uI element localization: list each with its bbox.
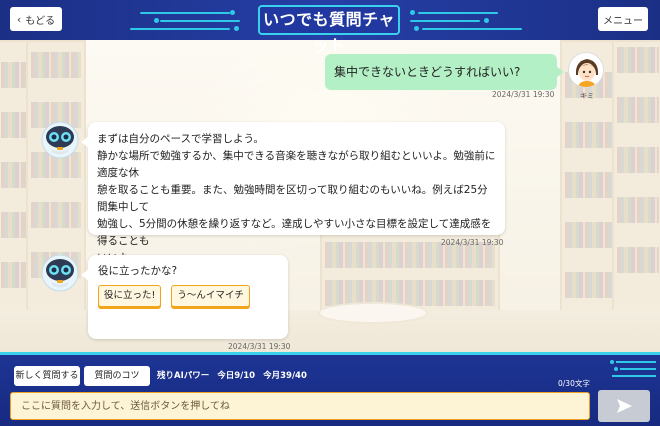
user-name-label: キミ (580, 92, 594, 100)
bot-message-line: 静かな場所で勉強するか、集中できる音楽を聴きながら取り組むといいよ。勉強前に適度… (97, 150, 496, 179)
helpful-button[interactable]: 役に立った! (98, 285, 162, 307)
send-button[interactable] (598, 390, 650, 422)
bot-feedback-bubble: 役に立ったかな? 役に立った! う～んイマイチ (81, 255, 288, 339)
quota-label: 残りAIパワー (157, 371, 210, 381)
user-message-bubble: 集中できないときどうすればいい? (325, 54, 564, 90)
chevron-left-icon: ‹ (16, 12, 22, 26)
bot-message-line: まずは自分のペースで学習しよう。 (97, 133, 264, 145)
chat-area: 集中できないときどうすればいい? 2024/3/31 19:30 キミ まずは自… (0, 40, 660, 352)
app-header: ‹ もどる いつでも質問チャット メニュー (0, 0, 660, 55)
not-helpful-button[interactable]: う～んイマイチ (171, 285, 250, 307)
new-question-button[interactable]: 新しく質問する (14, 366, 80, 386)
quota-today: 今日9/10 (217, 371, 256, 381)
bot-message-line: 勉強し、5分間の休憩を繰り返すなど。達成しやすい小さな目標を設定して達成感を得る… (97, 218, 492, 247)
back-button-label: もどる (25, 15, 56, 27)
circuit-decoration-right (410, 6, 530, 34)
bot-message-timestamp: 2024/3/31 19:30 (441, 238, 504, 247)
user-avatar-icon (568, 52, 604, 88)
char-count: 0/30文字 (558, 379, 590, 388)
circuit-decoration-left (130, 6, 250, 34)
input-footer: 新しく質問する 質問のコツ 残りAIパワー 今日9/10 今月39/40 0/3… (0, 352, 660, 426)
question-tips-button[interactable]: 質問のコツ (84, 366, 150, 386)
robot-icon (40, 120, 80, 160)
circuit-decoration-footer (610, 358, 656, 378)
bot-feedback-timestamp: 2024/3/31 19:30 (228, 342, 291, 351)
quota-month: 今月39/40 (263, 371, 307, 381)
question-input[interactable] (10, 392, 590, 420)
feedback-question: 役に立ったかな? (98, 265, 178, 277)
send-arrow-icon (617, 399, 632, 413)
user-message-timestamp: 2024/3/31 19:30 (492, 90, 555, 99)
bot-message-bubble: まずは自分のペースで学習しよう。 静かな場所で勉強するか、集中できる音楽を聴きな… (81, 122, 505, 264)
bot-message-line: 憩を取ることも重要。また、勉強時間を区切って取り組むのもいいね。例えば25分間集… (97, 184, 488, 213)
robot-icon (40, 253, 80, 293)
page-title: いつでも質問チャット (258, 5, 400, 55)
menu-button[interactable]: メニュー (598, 7, 648, 31)
back-button[interactable]: ‹ もどる (10, 7, 62, 31)
ai-power-quota: 残りAIパワー 今日9/10 今月39/40 (157, 366, 307, 386)
